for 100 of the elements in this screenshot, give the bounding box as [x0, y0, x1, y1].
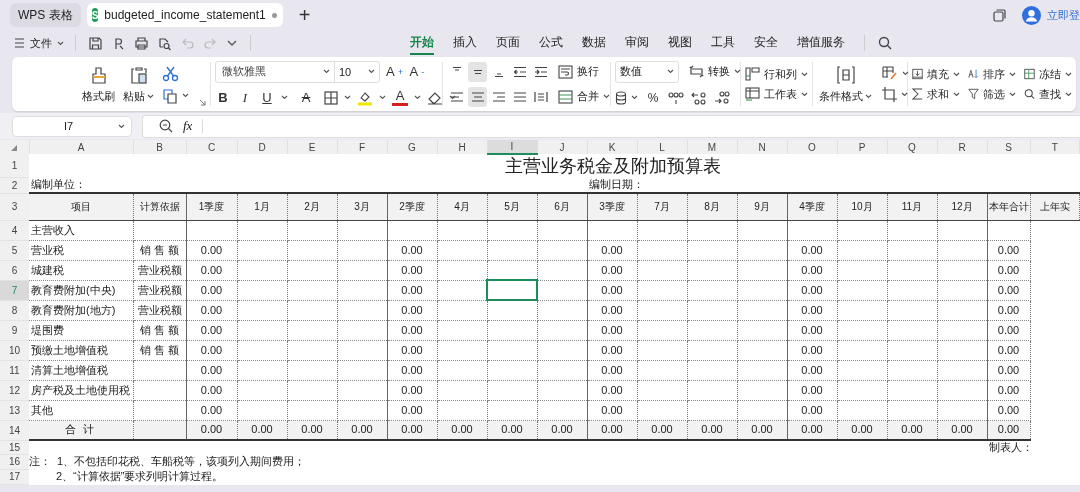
avatar-icon[interactable] [1022, 5, 1041, 25]
column-header[interactable]: J [537, 140, 587, 154]
row-header[interactable]: 1 [0, 154, 29, 177]
worksheet-button[interactable]: 工作表 [745, 86, 808, 102]
row-header[interactable]: 10 [0, 340, 29, 360]
print-icon[interactable] [134, 35, 149, 51]
row-header[interactable]: 8 [0, 300, 29, 320]
select-all-icon[interactable] [11, 144, 18, 151]
column-header[interactable]: S [987, 140, 1030, 154]
restore-window-icon[interactable] [993, 8, 1006, 22]
table-cell: 0.00 [987, 240, 1030, 260]
row-header[interactable]: 9 [0, 320, 29, 340]
zoom-icon[interactable] [159, 119, 173, 133]
column-header[interactable]: Q [887, 140, 937, 154]
rows-and-columns-button[interactable]: 行和列 [745, 66, 808, 82]
convert-button[interactable]: 转换 [689, 64, 741, 79]
row-header[interactable]: 11 [0, 360, 29, 380]
preview-icon[interactable] [157, 35, 172, 51]
cut-icon[interactable] [162, 64, 179, 82]
filter-button[interactable]: 筛选 [968, 86, 1016, 102]
column-header[interactable]: G [387, 140, 437, 154]
crop-icon[interactable] [882, 87, 897, 102]
column-header[interactable]: K [587, 140, 637, 154]
row-header[interactable]: 14 [0, 420, 29, 440]
underline-button[interactable]: U [259, 87, 275, 108]
freeze-button[interactable]: 冻结 [1024, 66, 1072, 82]
bold-button[interactable]: B [215, 87, 231, 108]
middle-align-button[interactable] [468, 61, 487, 82]
dialog-launcher-icon[interactable] [199, 99, 206, 106]
eraser-icon[interactable] [427, 90, 443, 105]
row-header[interactable]: 3 [0, 193, 29, 220]
row-header[interactable]: 5 [0, 240, 29, 260]
column-header[interactable]: A [29, 140, 133, 154]
borders-icon[interactable] [324, 90, 338, 105]
column-header[interactable]: H [437, 140, 487, 154]
thousands-separator-icon[interactable] [668, 90, 684, 105]
ribbon-tab[interactable]: 工具 [711, 31, 735, 55]
login-link[interactable]: 立即登 [1047, 7, 1080, 23]
ribbon-tab[interactable]: 开始 [410, 31, 434, 55]
italic-button[interactable]: I [237, 87, 253, 108]
customize-caret-icon[interactable] [227, 40, 237, 46]
save-icon[interactable] [88, 35, 103, 51]
column-header[interactable]: M [687, 140, 737, 154]
sum-button[interactable]: 求和 [912, 86, 960, 102]
new-tab-button[interactable]: + [298, 3, 311, 27]
column-header[interactable]: I [487, 140, 537, 154]
ribbon-tab[interactable]: 视图 [668, 31, 692, 55]
strikethrough-button[interactable]: A [298, 87, 314, 108]
stack-icon[interactable] [615, 90, 627, 105]
paste-button[interactable]: 粘贴 [123, 64, 154, 104]
column-header[interactable]: T [1030, 140, 1080, 154]
column-header[interactable]: L [637, 140, 687, 154]
fill-button[interactable]: 填充 [912, 66, 960, 82]
table-cell: 销 售 额 [133, 340, 186, 360]
column-header[interactable]: B [133, 140, 186, 154]
column-header[interactable]: P [837, 140, 887, 154]
row-header[interactable]: 6 [0, 260, 29, 280]
column-header[interactable]: C [186, 140, 237, 154]
ribbon-tab[interactable]: 增值服务 [797, 31, 845, 55]
row-header[interactable]: 13 [0, 400, 29, 420]
table-header-cell: 3月 [337, 193, 387, 220]
selected-cell[interactable] [487, 280, 537, 300]
function-button[interactable]: fx [183, 118, 193, 134]
home-tab[interactable]: WPS 表格 [10, 3, 81, 27]
ribbon-tab[interactable]: 插入 [453, 31, 477, 55]
number-format-field[interactable]: 数值 [615, 60, 679, 83]
row-header[interactable]: 4 [0, 220, 29, 240]
column-header[interactable]: N [737, 140, 787, 154]
name-box[interactable]: I7 [12, 115, 132, 137]
column-header[interactable]: D [237, 140, 287, 154]
ribbon-tab[interactable]: 审阅 [625, 31, 649, 55]
sort-button[interactable]: 排序 [968, 66, 1016, 82]
decrease-font-button[interactable]: A$^{-}$ [408, 61, 425, 82]
column-header[interactable]: F [337, 140, 387, 154]
increase-font-button[interactable]: A$^{+}$ [386, 61, 403, 82]
search-icon[interactable] [878, 36, 892, 50]
document-tab[interactable]: S budgeted_income_statement1 [86, 3, 283, 27]
font-color-button[interactable]: A [392, 89, 408, 106]
ribbon-tab[interactable]: 数据 [582, 31, 606, 55]
ribbon-tab[interactable]: 安全 [754, 31, 778, 55]
spreadsheet-logo: S [91, 8, 99, 22]
format-painter-button[interactable]: 格式刷 [82, 64, 115, 104]
file-menu[interactable]: 文件 [14, 35, 64, 51]
find-button[interactable]: 查找 [1024, 86, 1072, 102]
ribbon-tab[interactable]: 页面 [496, 31, 520, 55]
increase-decimal-icon[interactable] [691, 90, 707, 105]
formula-field[interactable]: fx [142, 114, 1080, 138]
column-header[interactable]: R [937, 140, 987, 154]
row-header[interactable]: 12 [0, 380, 29, 400]
conditional-format-button[interactable]: 条件格式 [819, 64, 872, 104]
copy-icon[interactable] [162, 87, 178, 104]
column-header[interactable]: O [787, 140, 837, 154]
merge-button[interactable]: 合并 [558, 89, 610, 104]
table-style-icon[interactable] [882, 66, 898, 81]
percent-button[interactable]: % [645, 87, 661, 108]
table-cell: 0.00 [987, 320, 1030, 340]
wrap-text-button[interactable]: 换行 [558, 64, 599, 79]
ribbon-tab[interactable]: 公式 [539, 31, 563, 55]
decrease-decimal-icon[interactable] [714, 90, 730, 105]
column-header[interactable]: E [287, 140, 337, 154]
